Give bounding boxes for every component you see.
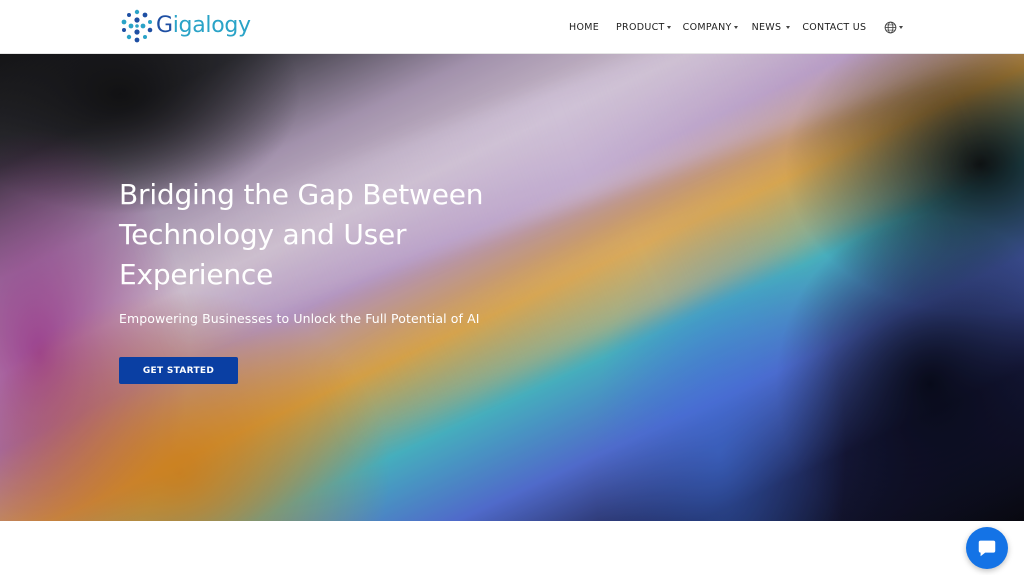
chevron-down-icon [733, 26, 738, 29]
chat-bubble-icon [978, 540, 996, 557]
language-selector[interactable] [884, 21, 904, 34]
main-nav: HOME PRODUCT COMPANY NEWS CONTACT US [569, 19, 904, 35]
nav-news-label: NEWS [751, 21, 782, 33]
nav-company-label: COMPANY [682, 21, 732, 33]
gigalogy-logo[interactable]: Gigalogy [119, 8, 251, 44]
get-started-button[interactable]: GET STARTED [119, 357, 238, 384]
nav-news[interactable]: NEWS [752, 19, 791, 35]
hero-subtitle: Empowering Businesses to Unlock the Full… [119, 311, 480, 326]
logo-letters-rest: igalogy [172, 13, 251, 38]
globe-icon [885, 21, 897, 33]
logo-letter-g: G [156, 13, 173, 38]
chevron-down-icon [899, 26, 904, 29]
nav-company[interactable]: COMPANY [683, 19, 738, 35]
logo-icon [121, 9, 153, 43]
nav-home[interactable]: HOME [569, 19, 599, 35]
chevron-down-icon [666, 26, 671, 29]
logo-wordmark: Gigalogy [156, 8, 251, 44]
hero-title: Bridging the Gap Between Technology and … [119, 178, 484, 291]
nav-product[interactable]: PRODUCT [616, 19, 671, 35]
nav-contact-us[interactable]: CONTACT US [802, 19, 866, 35]
chat-widget-button[interactable] [966, 527, 1008, 569]
chevron-down-icon [786, 26, 791, 29]
nav-contact-label: CONTACT US [802, 21, 867, 33]
hero-banner: Bridging the Gap Between Technology and … [0, 54, 1024, 521]
nav-product-label: PRODUCT [616, 21, 665, 33]
site-header: Gigalogy HOME PRODUCT COMPANY NEWS CONTA… [0, 0, 1024, 54]
nav-home-label: HOME [569, 21, 600, 33]
